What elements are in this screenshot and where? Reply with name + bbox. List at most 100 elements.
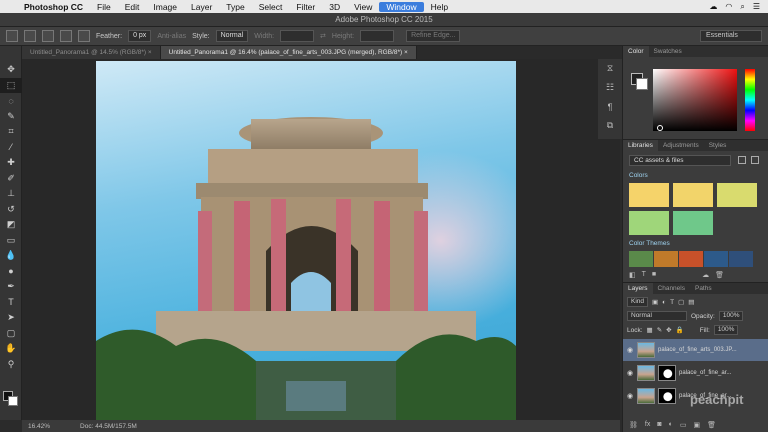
library-color-swatch[interactable] xyxy=(717,183,757,207)
layer-name[interactable]: palace_of_fine_ar... xyxy=(679,370,731,376)
history-brush-tool-icon[interactable]: ↺ xyxy=(0,202,22,218)
delete-library-item-icon[interactable]: 🗑 xyxy=(715,271,724,279)
filter-smart-object-icon[interactable]: ▤ xyxy=(688,298,694,306)
quick-select-tool-icon[interactable]: ✎ xyxy=(0,109,22,125)
lock-image-icon[interactable]: ✎ xyxy=(657,326,662,334)
path-select-tool-icon[interactable]: ➤ xyxy=(0,310,22,326)
tab-untitled-panorama-14[interactable]: Untitled_Panorama1 @ 14.5% (RGB/8*) × xyxy=(22,46,161,59)
adjustments-panel-icon[interactable]: ⧉ xyxy=(598,116,622,135)
library-color-swatch[interactable] xyxy=(629,211,669,235)
opacity-input[interactable]: 100% xyxy=(719,311,744,321)
blend-mode-select[interactable]: Normal xyxy=(627,311,687,321)
menu-app[interactable]: Photoshop CC xyxy=(22,2,90,12)
filter-type-icon[interactable]: T xyxy=(670,299,674,306)
menu-window[interactable]: Window xyxy=(379,2,423,12)
list-view-icon[interactable] xyxy=(751,156,759,164)
new-selection-icon[interactable] xyxy=(24,30,36,42)
paragraph-panel-icon[interactable]: ¶ xyxy=(598,97,622,116)
fill-input[interactable]: 100% xyxy=(714,325,739,335)
layer-kind-filter[interactable]: Kind xyxy=(627,297,648,307)
add-text-style-icon[interactable]: T xyxy=(642,271,646,279)
swap-dimensions-icon[interactable]: ⇄ xyxy=(320,32,326,40)
eraser-tool-icon[interactable]: ◩ xyxy=(0,217,22,233)
healing-brush-tool-icon[interactable]: ✚ xyxy=(0,155,22,171)
canvas-area[interactable] xyxy=(22,59,620,420)
new-layer-icon[interactable]: ▣ xyxy=(693,421,700,429)
add-mask-icon[interactable]: ◙ xyxy=(657,421,661,429)
blur-tool-icon[interactable]: 💧 xyxy=(0,248,22,264)
tab-swatches[interactable]: Swatches xyxy=(649,46,687,57)
properties-panel-icon[interactable]: ☷ xyxy=(598,78,622,97)
layer-style-icon[interactable]: fx xyxy=(645,421,650,429)
color-theme-swatch[interactable] xyxy=(629,251,653,267)
tab-adjustments[interactable]: Adjustments xyxy=(658,140,704,151)
color-theme-swatch[interactable] xyxy=(704,251,728,267)
menu-type[interactable]: Type xyxy=(219,2,251,12)
intersect-selection-icon[interactable] xyxy=(78,30,90,42)
color-field-marker[interactable] xyxy=(657,125,663,131)
filter-adjustment-icon[interactable]: ◐ xyxy=(662,299,666,306)
layer-thumbnail[interactable] xyxy=(637,365,655,381)
spotlight-icon[interactable]: ⌕ xyxy=(740,2,744,12)
zoom-tool-icon[interactable]: ⚲ xyxy=(0,357,22,373)
filter-shape-icon[interactable]: ▢ xyxy=(678,298,684,306)
menu-help[interactable]: Help xyxy=(424,2,455,12)
menu-layer[interactable]: Layer xyxy=(184,2,219,12)
menu-filter[interactable]: Filter xyxy=(289,2,322,12)
menu-select[interactable]: Select xyxy=(252,2,290,12)
height-input[interactable] xyxy=(360,30,394,42)
tab-libraries[interactable]: Libraries xyxy=(623,140,658,151)
layer-row[interactable]: ◉ palace_of_fine_arts_003.JP... xyxy=(623,339,768,361)
marquee-tool-preset-icon[interactable] xyxy=(6,30,18,42)
library-color-swatch[interactable] xyxy=(673,183,713,207)
add-color-icon[interactable]: ■ xyxy=(652,271,656,279)
gradient-tool-icon[interactable]: ▭ xyxy=(0,233,22,249)
add-selection-icon[interactable] xyxy=(42,30,54,42)
delete-layer-icon[interactable]: 🗑 xyxy=(707,421,716,429)
tab-color[interactable]: Color xyxy=(623,46,649,57)
move-tool-icon[interactable]: ✥ xyxy=(0,62,22,78)
menu-edit[interactable]: Edit xyxy=(118,2,147,12)
creative-cloud-icon[interactable]: ☁ xyxy=(709,2,717,12)
color-theme-swatch[interactable] xyxy=(729,251,753,267)
lock-transparency-icon[interactable]: ▦ xyxy=(647,326,653,334)
library-color-swatch[interactable] xyxy=(673,211,713,235)
brush-tool-icon[interactable]: ✐ xyxy=(0,171,22,187)
visibility-eye-icon[interactable]: ◉ xyxy=(623,369,637,377)
subtract-selection-icon[interactable] xyxy=(60,30,72,42)
marquee-tool-icon[interactable]: ⬚ xyxy=(0,78,22,94)
wifi-icon[interactable]: ◠ xyxy=(725,2,732,12)
tab-layers[interactable]: Layers xyxy=(623,283,653,294)
layer-name[interactable]: palace_of_fine_arts_003.JP... xyxy=(658,347,737,353)
add-graphic-icon[interactable]: ◧ xyxy=(629,271,636,279)
antialias-checkbox[interactable]: Anti-alias xyxy=(157,33,186,40)
color-theme-swatch[interactable] xyxy=(679,251,703,267)
visibility-eye-icon[interactable]: ◉ xyxy=(623,392,637,400)
library-color-swatch[interactable] xyxy=(629,183,669,207)
document-image-palace-of-fine-arts[interactable] xyxy=(96,61,516,420)
filter-pixel-icon[interactable]: ▣ xyxy=(652,298,658,306)
history-panel-icon[interactable]: ⧖ xyxy=(598,59,622,78)
color-theme-swatch[interactable] xyxy=(654,251,678,267)
crop-tool-icon[interactable]: ⌗ xyxy=(0,124,22,140)
doc-size[interactable]: Doc: 44.5M/157.5M xyxy=(80,423,137,430)
style-select[interactable]: Normal xyxy=(216,30,249,42)
visibility-eye-icon[interactable]: ◉ xyxy=(623,346,637,354)
dodge-tool-icon[interactable]: ● xyxy=(0,264,22,280)
lasso-tool-icon[interactable]: ◌ xyxy=(0,93,22,109)
tab-styles[interactable]: Styles xyxy=(704,140,732,151)
sync-icon[interactable]: ☁ xyxy=(702,271,709,279)
notification-icon[interactable]: ☰ xyxy=(753,2,760,12)
color-panel-background[interactable] xyxy=(636,78,648,90)
tab-channels[interactable]: Channels xyxy=(653,283,690,294)
layer-thumbnail[interactable] xyxy=(637,342,655,358)
lock-position-icon[interactable]: ✥ xyxy=(666,326,671,334)
layer-mask-thumbnail[interactable] xyxy=(658,388,676,404)
new-group-icon[interactable]: ▭ xyxy=(680,421,687,429)
type-tool-icon[interactable]: T xyxy=(0,295,22,311)
grid-view-icon[interactable] xyxy=(738,156,746,164)
eyedropper-tool-icon[interactable]: ⁄ xyxy=(0,140,22,156)
tab-untitled-panorama-16[interactable]: Untitled_Panorama1 @ 16.4% (palace_of_fi… xyxy=(161,46,417,59)
hue-slider[interactable] xyxy=(745,69,755,131)
library-select[interactable]: CC assets & files xyxy=(629,155,731,166)
